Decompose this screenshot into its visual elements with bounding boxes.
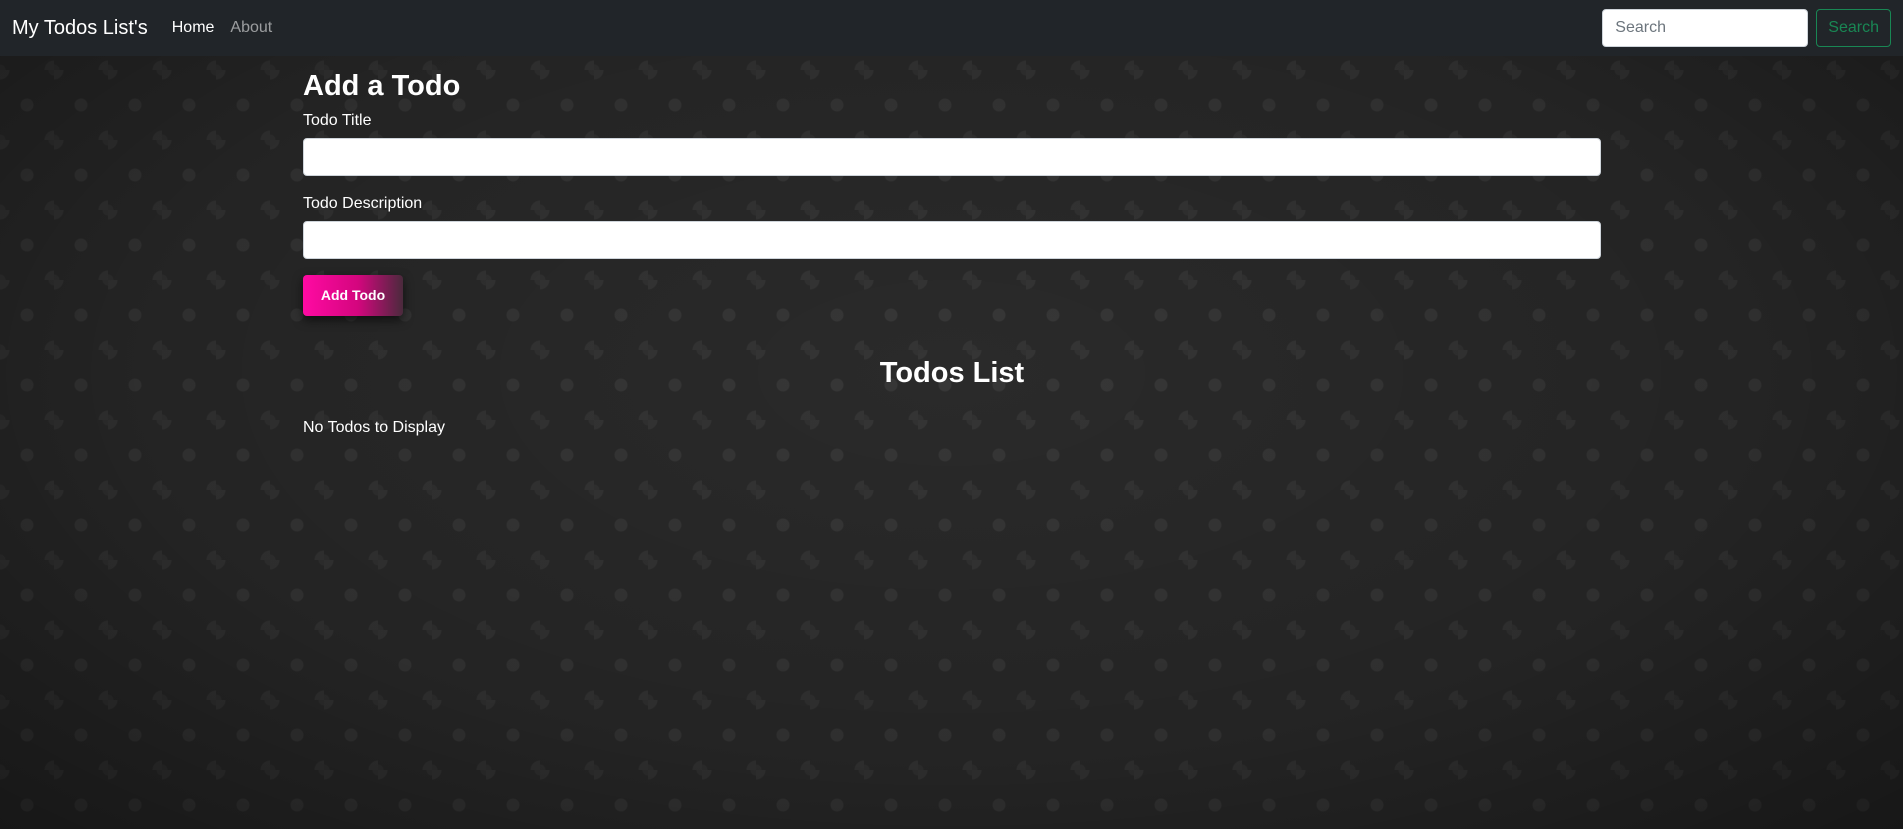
- todo-title-input[interactable]: [303, 137, 1601, 176]
- nav-link-about[interactable]: About: [230, 19, 272, 37]
- todo-description-input[interactable]: [303, 220, 1601, 259]
- empty-todos-message: No Todos to Display: [303, 418, 445, 436]
- todo-title-label: Todo Title: [303, 111, 372, 129]
- search-input[interactable]: [1602, 9, 1809, 47]
- todos-list-heading: Todos List: [879, 356, 1025, 389]
- top-navbar: My Todos List's Home About Search: [0, 0, 1903, 56]
- todo-description-label: Todo Description: [303, 194, 423, 212]
- add-todo-button[interactable]: Add Todo: [303, 274, 403, 316]
- search-button[interactable]: Search: [1816, 9, 1891, 47]
- brand-link[interactable]: My Todos List's: [12, 17, 148, 40]
- add-todo-heading: Add a Todo: [303, 70, 461, 102]
- nav-link-home[interactable]: Home: [172, 19, 215, 37]
- main-content: Add a Todo Todo Title Todo Description A…: [303, 70, 1601, 437]
